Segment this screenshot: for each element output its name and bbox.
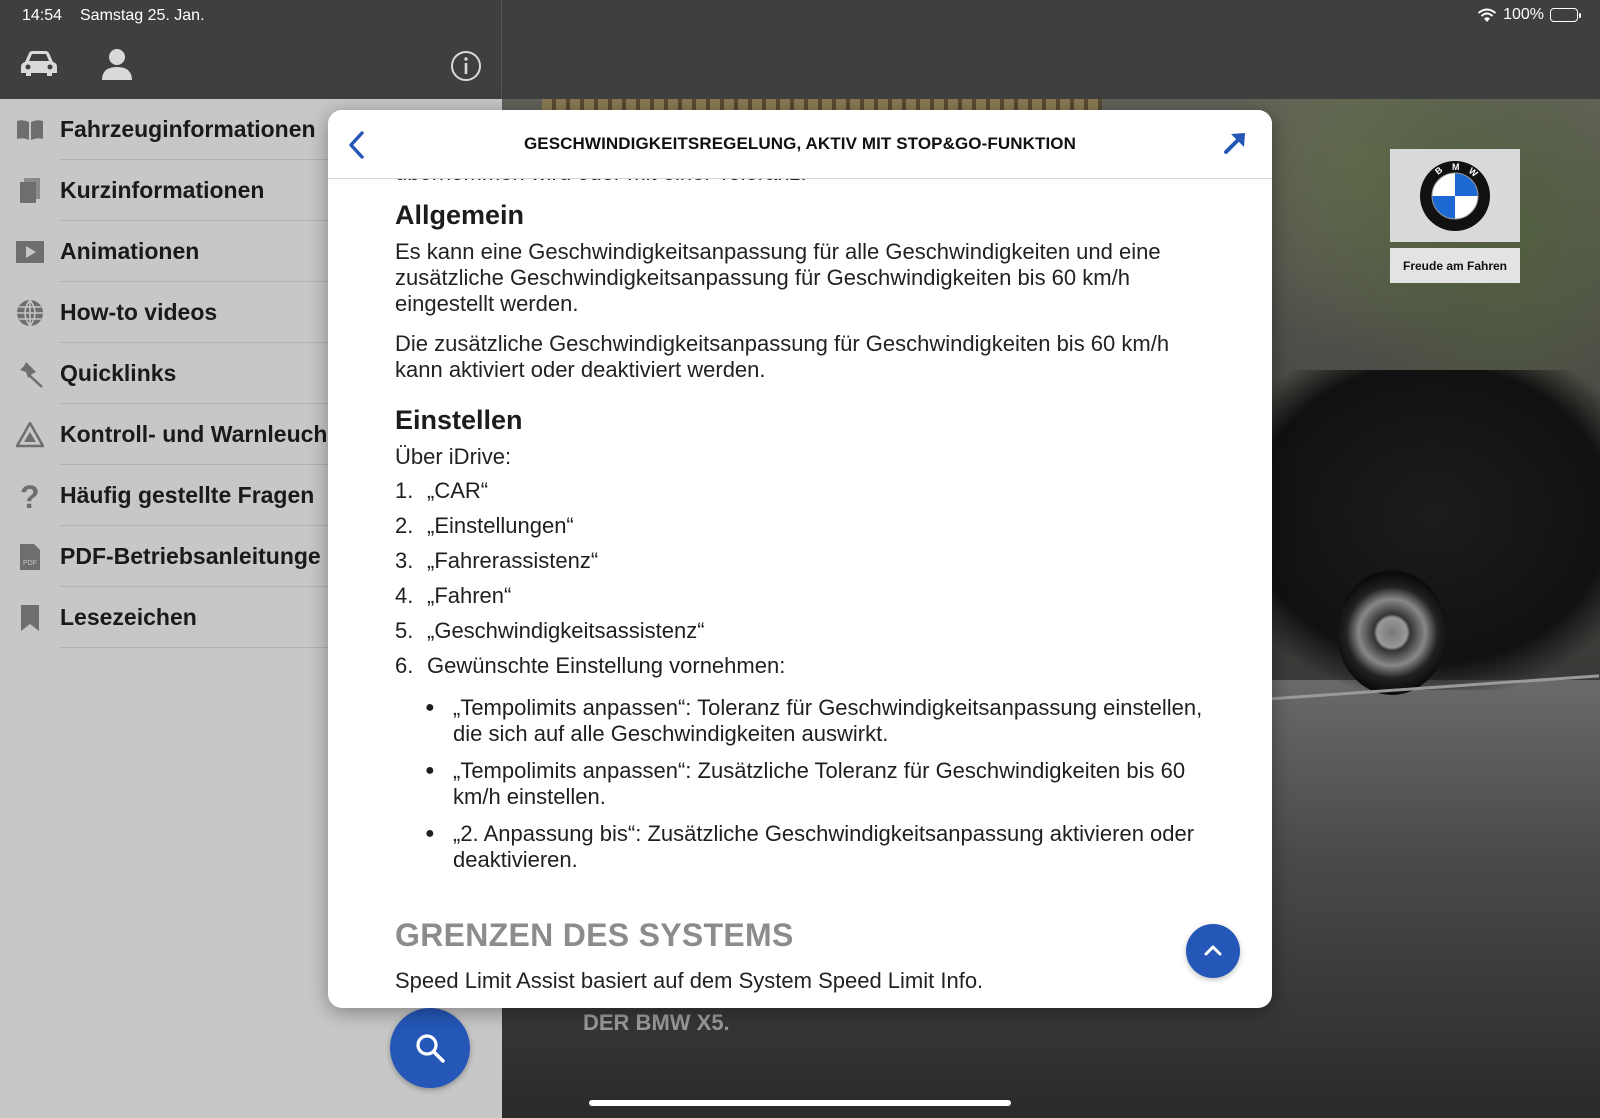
- pin-icon: [16, 360, 44, 388]
- sidebar-item-label: Häufig gestellte Fragen: [60, 482, 315, 508]
- option-text: „2. Anpassung bis“: Zusätzliche Geschwin…: [453, 821, 1195, 872]
- hero-title: DER BMW X5.: [583, 1010, 730, 1035]
- paragraph: Über iDrive:: [395, 444, 512, 469]
- scroll-to-top-button[interactable]: [1186, 924, 1240, 978]
- facade-strip: [542, 98, 1102, 110]
- modal-title: GESCHWINDIGKEITSREGELUNG, AKTIV MIT STOP…: [523, 134, 1077, 153]
- sidebar-item-label: How-to videos: [60, 299, 218, 325]
- sidebar-item-label: PDF-Betriebsanleitunge: [60, 543, 321, 569]
- list-item: ● „Tempolimits anpassen“: Toleranz für Ge…: [425, 695, 1215, 747]
- info-icon[interactable]: [450, 50, 482, 87]
- bmw-roundel-icon: B M W: [1420, 160, 1490, 231]
- article-content: übernommen wird oder mit einer Toleranz.…: [395, 178, 1215, 1008]
- sidebar-item-label: Lesezeichen: [60, 604, 197, 630]
- status-time: 14:54: [22, 7, 63, 24]
- section-heading-einstellen: Einstellen: [395, 405, 523, 435]
- step-number: 2.: [395, 513, 414, 538]
- list-item: 2. „Einstellungen“: [395, 513, 1215, 539]
- list-item: 3. „Fahrerassistenz“: [395, 548, 1215, 574]
- option-text: „Tempolimits anpassen“: Toleranz für Ges…: [453, 695, 1203, 746]
- step-text: „Fahren“: [427, 583, 512, 608]
- step-text: „Einstellungen“: [427, 513, 574, 538]
- options-list: ● „Tempolimits anpassen“: Toleranz für Ge…: [425, 695, 1215, 873]
- search-icon: [416, 1034, 445, 1063]
- chevron-up-icon: [1204, 945, 1222, 956]
- step-text: „Fahrerassistenz“: [427, 548, 599, 573]
- svg-text:PDF: PDF: [23, 560, 37, 567]
- sidebar-item-label: Animationen: [60, 238, 200, 264]
- play-icon: [16, 238, 44, 266]
- sidebar-item-label: Kontroll- und Warnleuch: [60, 421, 328, 447]
- partial-line: übernommen wird oder mit einer Toleranz.: [395, 178, 1215, 186]
- bullet: ●: [425, 762, 435, 779]
- warning-icon: [16, 421, 44, 449]
- bullet: ●: [425, 825, 435, 842]
- step-number: 4.: [395, 583, 414, 608]
- status-date: Samstag 25. Jan.: [80, 7, 205, 24]
- svg-text:?: ?: [20, 481, 40, 511]
- globe-icon: [16, 299, 44, 327]
- battery-percent: 100%: [1503, 6, 1544, 23]
- sidebar-item-label: Quicklinks: [60, 360, 177, 386]
- option-text: „Tempolimits anpassen“: Zusätzliche Tole…: [453, 758, 1186, 809]
- documents-icon: [16, 177, 44, 205]
- svg-text:M: M: [1452, 162, 1460, 172]
- paragraph: Die zusätzliche Geschwindigkeitsanpassun…: [395, 331, 1170, 382]
- status-indicators: 100%: [1477, 6, 1581, 24]
- modal-body[interactable]: übernommen wird oder mit einer Toleranz.…: [328, 178, 1272, 1008]
- steps-list: 1. „CAR“ 2. „Einstellungen“ 3. „Fahrerassis…: [395, 478, 1215, 679]
- home-indicator[interactable]: [589, 1100, 1011, 1106]
- paragraph: Speed Limit Assist basiert auf dem Syste…: [395, 968, 984, 993]
- list-item: ● „2. Anpassung bis“: Zusätzliche Geschwi…: [425, 821, 1215, 873]
- list-item: ● „Tempolimits anpassen“: Zusätzliche Tol…: [425, 758, 1215, 810]
- chevron-left-icon: [349, 131, 364, 159]
- arrow-up-right-icon: [1224, 133, 1245, 154]
- step-number: 5.: [395, 618, 414, 643]
- modal-header: GESCHWINDIGKEITSREGELUNG, AKTIV MIT STOP…: [328, 110, 1272, 179]
- paragraph: Es kann eine Geschwindigkeitsanpassung f…: [395, 239, 1161, 316]
- pdf-icon: PDF: [16, 543, 44, 571]
- status-bar: 14:54 Samstag 25. Jan. 100%: [0, 0, 1600, 32]
- battery-icon: [1550, 8, 1581, 22]
- article-modal: GESCHWINDIGKEITSREGELUNG, AKTIV MIT STOP…: [328, 110, 1272, 1008]
- list-item: 4. „Fahren“: [395, 583, 1215, 609]
- sidebar-item-label: Kurzinformationen: [60, 177, 265, 203]
- list-item: 6. Gewünschte Einstellung vornehmen:: [395, 653, 1215, 679]
- list-item: 1. „CAR“: [395, 478, 1215, 504]
- search-button[interactable]: [390, 1008, 470, 1088]
- step-text: „CAR“: [427, 478, 489, 503]
- step-number: 3.: [395, 548, 414, 573]
- list-item: 5. „Geschwindigkeitsassistenz“: [395, 618, 1215, 644]
- bmw-logo: B M W: [1390, 149, 1520, 242]
- bmw-tagline: Freude am Fahren: [1390, 248, 1520, 283]
- wifi-icon: [1477, 8, 1497, 22]
- step-number: 1.: [395, 478, 414, 503]
- step-text: Gewünschte Einstellung vornehmen:: [427, 653, 786, 678]
- sidebar-item-label: Fahrzeuginformationen: [60, 116, 316, 142]
- book-icon: [16, 116, 44, 144]
- open-external-button[interactable]: [1220, 128, 1250, 158]
- section-heading-grenzen: GRENZEN DES SYSTEMS: [395, 917, 794, 953]
- bullet: ●: [425, 699, 435, 716]
- bookmark-icon: [16, 604, 44, 632]
- question-icon: ?: [16, 481, 44, 511]
- step-text: „Geschwindigkeitsassistenz“: [427, 618, 705, 643]
- person-icon[interactable]: [100, 48, 134, 85]
- car-wheel-image: [1337, 570, 1447, 695]
- section-heading-allgemein: Allgemein: [395, 200, 525, 230]
- step-number: 6.: [395, 653, 414, 678]
- car-icon[interactable]: [19, 48, 59, 83]
- back-button[interactable]: [342, 128, 372, 162]
